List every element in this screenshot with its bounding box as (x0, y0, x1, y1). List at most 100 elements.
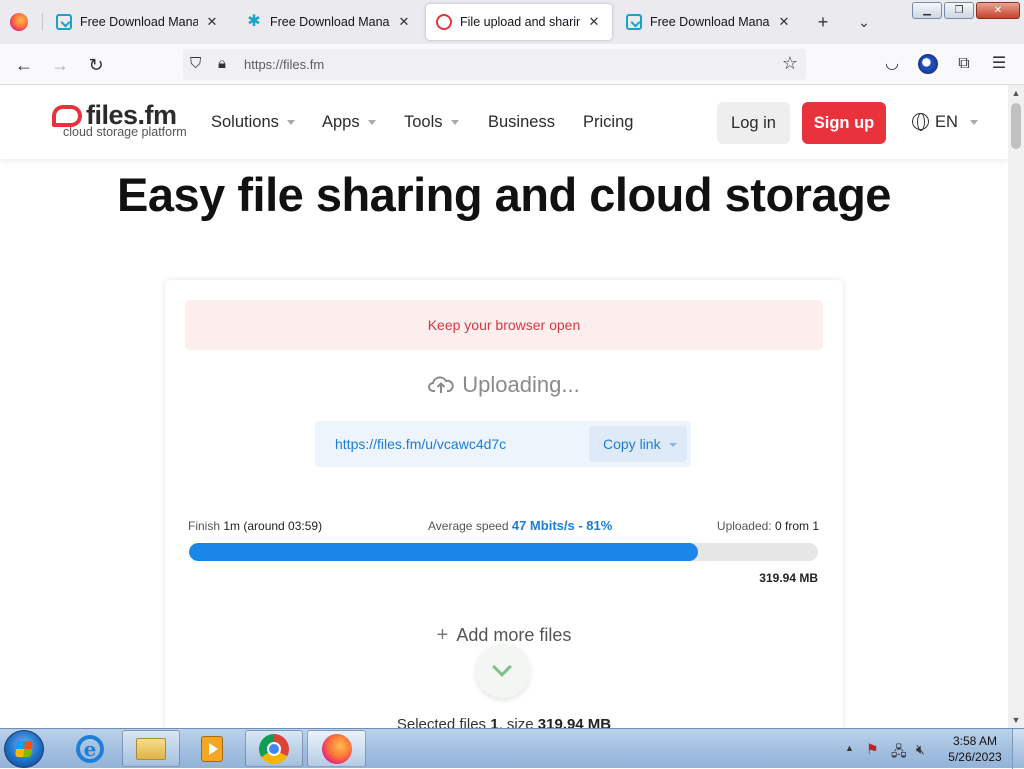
volume-muted-icon[interactable]: 🔇︎ (916, 741, 925, 758)
system-clock[interactable]: 3:58 AM 5/26/2023 (940, 733, 1010, 765)
page-viewport: files.fm cloud storage platform Solution… (0, 85, 1008, 728)
copy-link-button[interactable]: Copy link (589, 426, 687, 462)
globe-icon (912, 113, 929, 131)
finish-value: 1m (around 03:59) (223, 519, 323, 533)
chevron-down-icon (367, 120, 376, 126)
plus-icon: + (436, 624, 449, 646)
upload-status: Uploading... (165, 372, 843, 398)
restore-button[interactable]: ❐ (944, 2, 974, 19)
filesfm-icon (436, 14, 452, 30)
list-all-tabs-button[interactable]: ⌄ (852, 10, 876, 34)
language-label: EN (935, 113, 958, 131)
cloud-logo-icon (52, 105, 82, 127)
taskbar-firefox[interactable] (307, 730, 366, 767)
tab-title: Free Download Manager (650, 15, 770, 29)
selected-prefix: Selected files (396, 716, 487, 728)
tab-close-icon[interactable]: ✕ (776, 14, 792, 30)
language-selector[interactable]: EN (912, 113, 978, 132)
firefox-view-icon[interactable] (10, 13, 28, 31)
bookmark-star-icon[interactable]: ☆ (782, 53, 798, 74)
media-player-icon (201, 735, 223, 762)
selected-size: 319.94 MB (537, 716, 612, 728)
account-icon[interactable] (918, 54, 938, 74)
tab-separator (42, 13, 43, 31)
tab-close-icon[interactable]: ✕ (204, 14, 220, 30)
menu-apps[interactable]: Apps (322, 113, 376, 132)
menu-icon[interactable]: ☰ (988, 53, 1010, 75)
total-size: 319.94 MB (759, 571, 818, 585)
new-tab-button[interactable]: + (811, 10, 835, 34)
taskbar-chrome[interactable] (245, 730, 303, 767)
chevron-down-icon (492, 657, 512, 677)
show-desktop-button[interactable] (1012, 729, 1024, 769)
share-link[interactable]: https://files.fm/u/vcawc4d7c (335, 436, 506, 452)
tab-free-download-manager-3[interactable]: Free Download Manager ✕ (616, 4, 802, 40)
menu-business[interactable]: Business (488, 113, 555, 132)
signup-button[interactable]: Sign up (802, 102, 886, 144)
keep-browser-open-alert: Keep your browser open (185, 300, 823, 350)
menu-label: Business (488, 113, 555, 131)
tab-close-icon[interactable]: ✕ (396, 14, 412, 30)
tab-title: Free Download Manager (80, 15, 198, 29)
show-hidden-icons-icon[interactable]: ▲ (845, 743, 854, 753)
menu-label: Apps (322, 113, 360, 131)
taskbar-internet-explorer[interactable]: e (64, 730, 116, 767)
clock-time: 3:58 AM (952, 734, 998, 748)
upload-status-text: Uploading... (462, 372, 580, 397)
login-button[interactable]: Log in (717, 102, 790, 144)
close-window-button[interactable]: ✕ (976, 2, 1020, 19)
speed-label: Average speed (428, 519, 509, 533)
taskbar: e ▲ ⚑ 🖧︎ 🔇︎ 3:58 AM 5/26/2023 (0, 728, 1024, 769)
puzzle-icon: ✱ (247, 13, 261, 30)
file-explorer-icon (136, 737, 166, 760)
tab-free-download-manager-2[interactable]: ✱ Free Download Manager ✕ (236, 4, 422, 40)
menu-solutions[interactable]: Solutions (211, 113, 295, 132)
tab-file-upload-and-sharing[interactable]: File upload and sharing. ✕ (426, 4, 612, 40)
share-link-box: https://files.fm/u/vcawc4d7c Copy link (315, 421, 691, 467)
firefox-icon (321, 733, 352, 764)
menu-pricing[interactable]: Pricing (583, 113, 633, 132)
page-scrollbar[interactable]: ▲ ▼ (1008, 85, 1024, 728)
shield-icon[interactable]: ⛉ (190, 55, 201, 72)
cloud-upload-icon (428, 376, 454, 393)
tab-strip: Free Download Manager ✕ ✱ Free Download … (0, 0, 1024, 44)
uploaded-label: Uploaded: (716, 519, 772, 533)
scroll-up-arrow-icon[interactable]: ▲ (1008, 88, 1024, 98)
tab-free-download-manager-1[interactable]: Free Download Manager ✕ (46, 4, 230, 40)
action-center-icon[interactable]: ⚑ (866, 741, 879, 758)
back-button[interactable]: ← (11, 52, 37, 78)
network-icon[interactable]: 🖧︎ (891, 741, 907, 765)
finish-estimate: Finish 1m (around 03:59) (188, 519, 322, 533)
taskbar-file-explorer[interactable] (122, 730, 180, 767)
menu-label: Pricing (583, 113, 634, 131)
finish-label: Finish (188, 519, 221, 533)
chevron-down-icon (286, 120, 295, 126)
scroll-down-button[interactable] (476, 644, 530, 698)
selected-size-label: , size (498, 716, 534, 728)
address-bar[interactable]: ⛉ 🔒︎ https://files.fm ☆ (183, 49, 806, 80)
copy-link-label: Copy link (603, 436, 661, 452)
url-text[interactable]: https://files.fm (244, 57, 324, 72)
lock-icon[interactable]: 🔒︎ (218, 55, 226, 72)
scrollbar-thumb[interactable] (1011, 103, 1021, 149)
scroll-down-arrow-icon[interactable]: ▼ (1008, 715, 1024, 725)
forward-button[interactable]: → (47, 52, 73, 78)
minimize-button[interactable]: ▁ (912, 2, 942, 19)
fdm-icon (626, 14, 642, 30)
tab-close-icon[interactable]: ✕ (586, 14, 602, 30)
start-button[interactable] (4, 730, 44, 768)
windows-logo-icon (15, 741, 33, 757)
menu-tools[interactable]: Tools (404, 113, 459, 132)
extensions-icon[interactable]: ⧉ (953, 53, 975, 75)
menu-label: Tools (404, 113, 443, 131)
pocket-icon[interactable]: ◡ (881, 53, 903, 75)
chevron-down-icon (969, 120, 978, 126)
uploaded-count: Uploaded: 0 from 1 (717, 519, 819, 533)
add-more-label: Add more files (456, 625, 572, 645)
taskbar-media-player[interactable] (184, 730, 240, 767)
tab-title: File upload and sharing. (460, 15, 580, 29)
chevron-down-icon (668, 443, 677, 448)
internet-explorer-icon: e (76, 734, 104, 763)
selected-count: 1 (490, 716, 499, 728)
reload-button[interactable]: ↻ (83, 52, 109, 78)
